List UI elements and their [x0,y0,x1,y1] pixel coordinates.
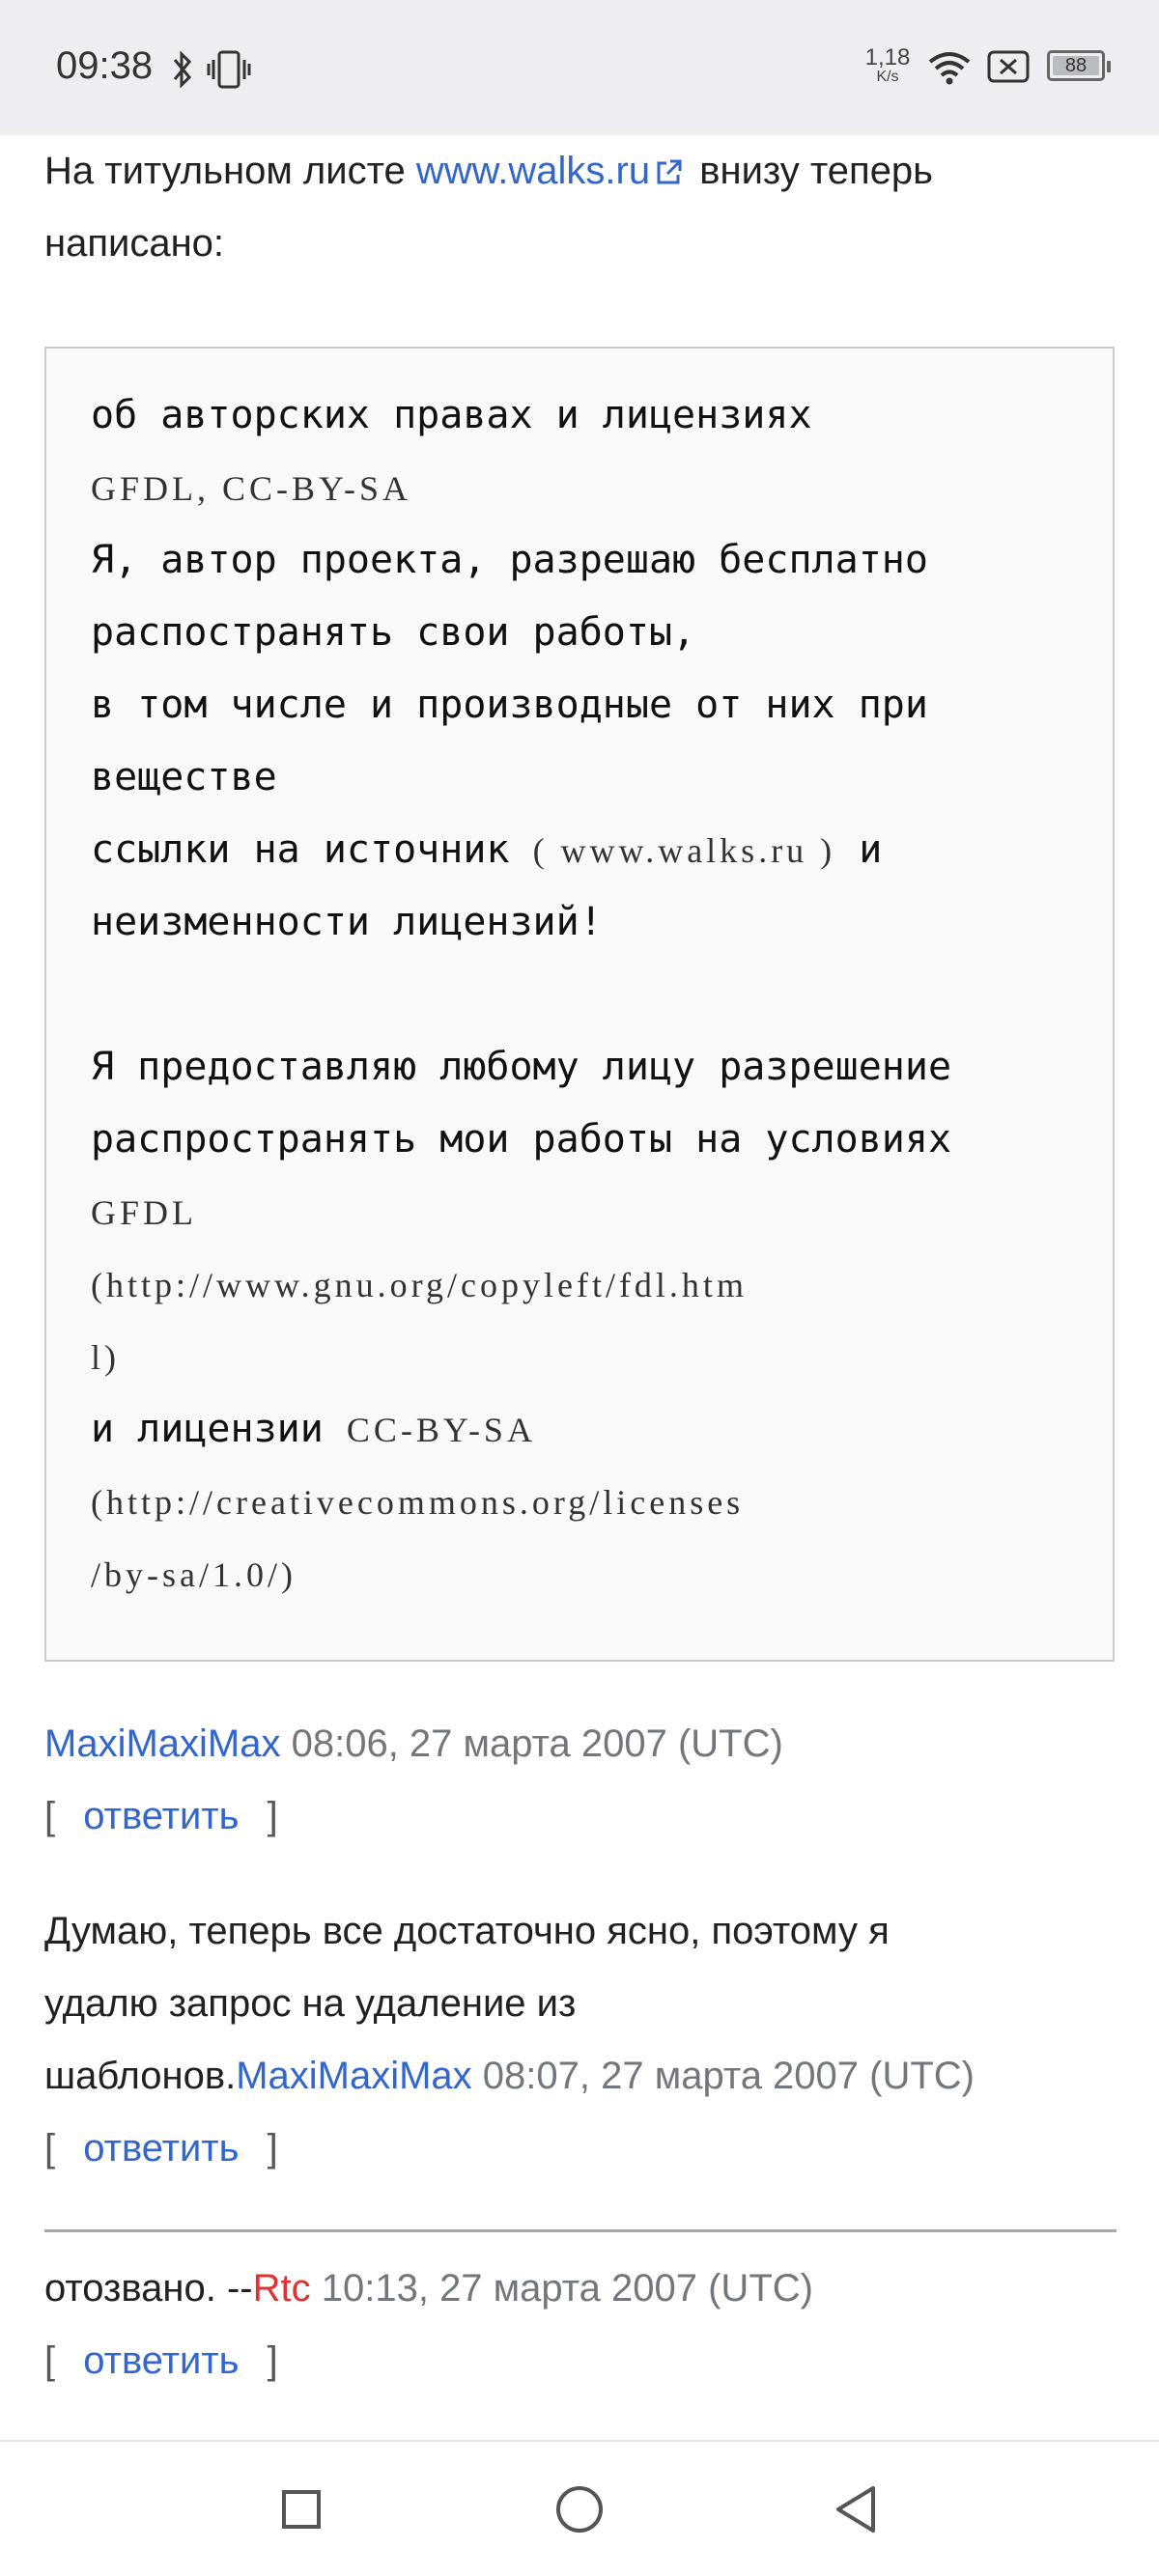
user-link-maximaximax[interactable]: MaxiMaxiMax [236,2055,471,2097]
external-link-icon [657,159,682,184]
wifi-icon [928,52,971,85]
vibrate-icon [207,50,251,89]
license-segment: веществе [91,755,277,799]
comment-timestamp: 08:07, 27 марта 2007 (UTC) [471,2055,975,2097]
network-speed-value: 1,18 [864,44,911,70]
license-line: (http://www.gnu.org/copyleft/fdl.htm [91,1248,1074,1321]
user-link-rtc[interactable]: Rtc [253,2267,311,2310]
battery-icon: 88 [1047,50,1111,81]
comment-timestamp: 08:06, 27 марта 2007 (UTC) [280,1722,783,1765]
reply-row-1: [ ответить ] [44,1780,278,1853]
battery-level: 88 [1064,55,1088,76]
license-segment: распространять мои работы на условиях [91,1117,952,1162]
bracket-open: [ [44,2339,56,2382]
comment-3: отозвано. --Rtc 10:13, 27 марта 2007 (UT… [44,2253,813,2325]
license-line: Я предоставляю любому лицу разрешение [91,1031,1074,1104]
walks-link[interactable]: www.walks.ru [416,150,650,192]
navigation-bar [0,2440,1159,2576]
license-segment: и [835,827,883,872]
license-line: распостранять свои работы, [91,597,1074,669]
bracket-close: ] [267,1795,278,1837]
license-line: в том числе и производные от них при [91,669,1074,742]
section-divider [44,2229,1117,2232]
license-line: (http://creativecommons.org/licenses [91,1466,1074,1538]
license-line: ссылки на источник ( www.walks.ru ) и [91,814,1074,886]
license-segment: об авторских правах и лицензиях [91,393,812,437]
license-line: и лицензии CC-BY-SA [91,1393,1074,1466]
license-segment: ссылки на источник [91,827,533,872]
license-line: GFDL [91,1176,1074,1248]
comment-2: Думаю, теперь все достаточно ясно, поэто… [44,1895,975,2113]
license-preformatted-block: об авторских правах и лицензиях GFDL, CC-… [44,347,1115,1662]
reply-button[interactable]: ответить [83,1795,239,1837]
license-latin-segment: GFDL, CC-BY-SA [91,469,412,508]
reply-button[interactable]: ответить [83,2339,239,2382]
license-line: распространять мои работы на условиях [91,1104,1074,1176]
comment-text-line3: шаблонов. [44,2055,237,2097]
license-segment: Я, автор проекта, разрешаю бесплатно [91,538,928,582]
license-segment: и лицензии [91,1407,347,1451]
comment-text-line2: удалю запрос на удаление из [44,1982,577,2025]
intro-text-after: внизу теперь [689,150,934,192]
user-link-maximaximax[interactable]: MaxiMaxiMax [44,1722,280,1765]
reply-row-3: [ ответить ] [44,2325,278,2397]
intro-text-before: На титульном листе [44,150,416,192]
license-line: Я, автор проекта, разрешаю бесплатно [91,524,1074,597]
comment-text-line1: Думаю, теперь все достаточно ясно, поэто… [44,1910,890,1952]
license-segment: в том числе и производные от них при [91,683,928,727]
bracket-open: [ [44,1795,56,1837]
recent-apps-icon[interactable] [272,2480,330,2538]
reply-row-2: [ ответить ] [44,2113,278,2185]
bluetooth-icon [173,50,192,89]
license-latin-segment: /by-sa/1.0/) [91,1555,297,1594]
license-latin-segment: GFDL [91,1193,198,1232]
license-latin-segment: (http://creativecommons.org/licenses [91,1483,745,1522]
license-segment: Я предоставляю любому лицу разрешение [91,1045,952,1089]
sim-off-icon [987,50,1030,83]
license-line: GFDL, CC-BY-SA [91,452,1074,524]
license-line: веществе [91,742,1074,814]
reply-button[interactable]: ответить [83,2127,239,2170]
article-content: На титульном листе www.walks.ru внизу те… [44,135,1117,280]
status-time: 09:38 [56,44,154,87]
license-latin-segment: ( www.walks.ru ) [532,831,836,870]
battery-tip [1107,61,1111,72]
bracket-close: ] [267,2339,278,2382]
license-line: неизменности лицензий! [91,886,1074,959]
status-bar: 09:38 1,18 K/s 88 [0,0,1159,135]
license-line: /by-sa/1.0/) [91,1538,1074,1610]
license-latin-segment: CC-BY-SA [346,1411,536,1449]
bracket-close: ] [267,2127,278,2170]
comment-timestamp: 10:13, 27 марта 2007 (UTC) [310,2267,813,2310]
back-icon[interactable] [829,2480,887,2538]
intro-paragraph: На титульном листе www.walks.ru внизу те… [44,135,1117,280]
license-text: об авторских правах и лицензиях GFDL, CC-… [91,379,1074,1610]
license-line: l) [91,1321,1074,1393]
license-segment: неизменности лицензий! [91,900,603,944]
network-speed-unit: K/s [876,69,899,85]
license-latin-segment: l) [91,1338,120,1377]
network-speed: 1,18 K/s [864,46,911,85]
license-segment: распостранять свои работы, [91,610,696,655]
license-line [91,959,1074,1031]
license-line: об авторских правах и лицензиях [91,379,1074,452]
intro-line2: написано: [44,222,225,265]
comment-signature-1: MaxiMaxiMax 08:06, 27 марта 2007 (UTC) [44,1708,783,1780]
comment-text: отозвано. -- [44,2267,253,2310]
license-latin-segment: (http://www.gnu.org/copyleft/fdl.htm [91,1266,748,1304]
bracket-open: [ [44,2127,56,2170]
home-icon[interactable] [551,2480,608,2538]
